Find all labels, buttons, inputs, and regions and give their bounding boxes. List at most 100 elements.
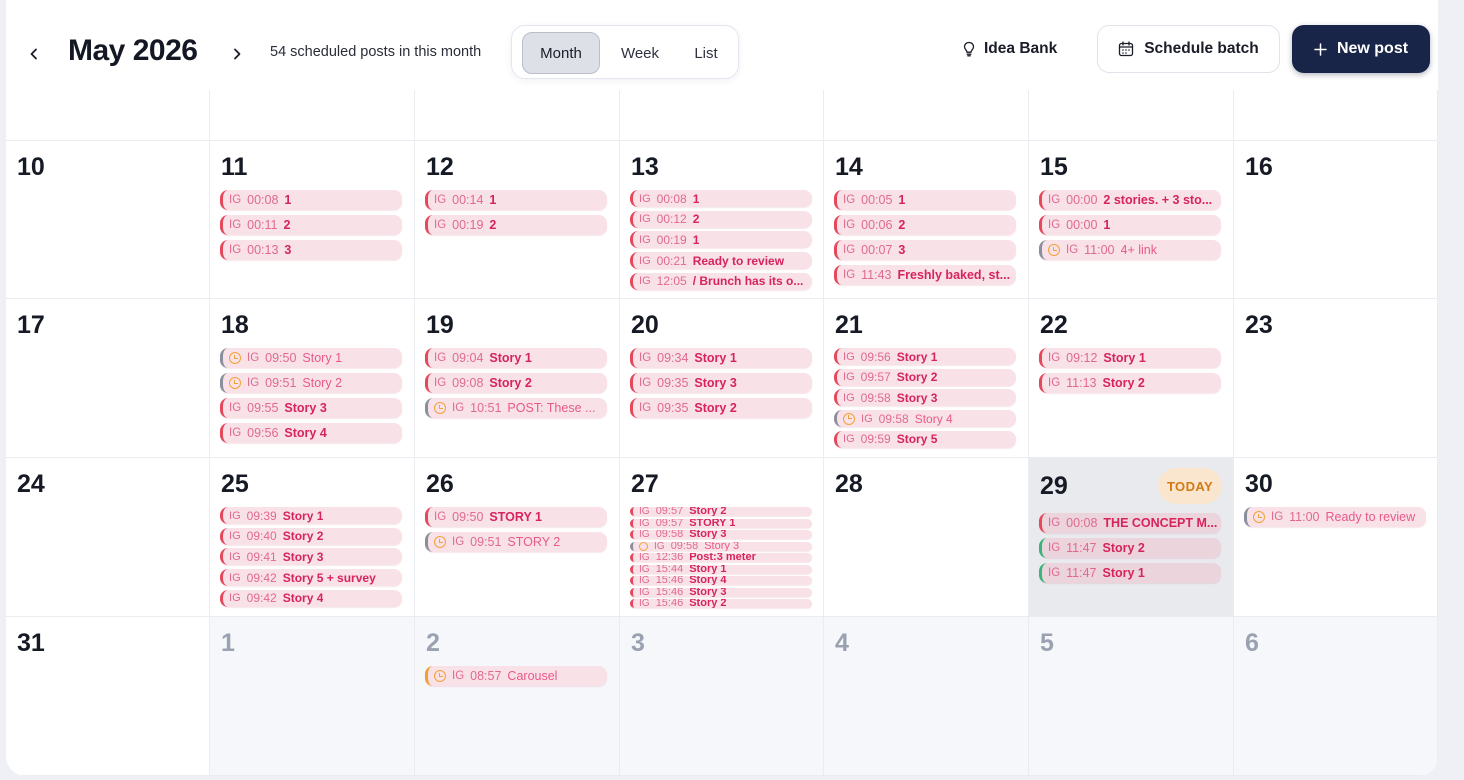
day-cell-today[interactable]: 29 TODAY IG 00:08 THE CONCEPT M... IG 11:47 Sto… bbox=[1029, 458, 1234, 617]
post-pill[interactable]: IG 00:00 1 bbox=[1039, 215, 1221, 235]
schedule-batch-button[interactable]: Schedule batch bbox=[1097, 25, 1280, 73]
post-pill[interactable]: IG 09:04 Story 1 bbox=[425, 348, 607, 368]
post-pill[interactable]: IG 11:00 Ready to review bbox=[1244, 507, 1426, 527]
post-pill[interactable]: IG 09:40 Story 2 bbox=[220, 527, 402, 545]
post-pill[interactable]: IG 00:19 2 bbox=[425, 215, 607, 235]
post-pill[interactable]: IG 09:58 Story 3 bbox=[630, 541, 812, 551]
post-platform: IG bbox=[1048, 377, 1061, 389]
day-cell[interactable]: 14 IG 00:05 1 IG 00:06 2 IG 00:07 3 IG 11:43 Freshly… bbox=[824, 141, 1029, 299]
day-cell[interactable]: 26 IG 09:50 STORY 1 IG 09:51 STORY 2 bbox=[415, 458, 620, 617]
post-pill[interactable]: IG 09:57 STORY 1 bbox=[630, 518, 812, 528]
post-pill[interactable]: IG 09:51 Story 2 bbox=[220, 373, 402, 393]
post-pill[interactable]: IG 00:08 1 bbox=[630, 190, 812, 207]
post-pill[interactable]: IG 12:36 Post:3 meter bbox=[630, 553, 812, 562]
post-pill[interactable]: IG 00:13 3 bbox=[220, 240, 402, 260]
post-pill[interactable]: IG 11:00 4+ link bbox=[1039, 240, 1221, 260]
day-cell[interactable]: 10 bbox=[6, 141, 210, 299]
day-cell[interactable]: 22 IG 09:12 Story 1 IG 11:13 Story 2 bbox=[1029, 299, 1234, 458]
post-pill[interactable]: IG 00:12 2 bbox=[630, 210, 812, 228]
post-pill[interactable]: IG 00:07 3 bbox=[834, 240, 1016, 260]
post-pill[interactable]: IG 09:57 Story 2 bbox=[834, 368, 1016, 386]
post-pill[interactable]: IG 08:57 Carousel bbox=[425, 666, 607, 686]
post-pill[interactable]: IG 09:58 Story 3 bbox=[834, 389, 1016, 407]
post-pill[interactable]: IG 10:51 POST: These ... bbox=[425, 398, 607, 418]
post-title: Story 2 bbox=[694, 401, 737, 415]
post-pill[interactable]: IG 12:05 / Brunch has its o... bbox=[630, 272, 812, 290]
day-cell[interactable]: 23 bbox=[1234, 299, 1438, 458]
day-cell[interactable]: 25 IG 09:39 Story 1 IG 09:40 Story 2 IG 09:41 Sto… bbox=[210, 458, 415, 617]
clock-icon bbox=[1253, 511, 1265, 523]
day-cell[interactable]: 13 IG 00:08 1 IG 00:12 2 IG 00:19 1 IG 00:21 Ready t… bbox=[620, 141, 824, 299]
post-pill[interactable]: IG 09:58 Story 4 bbox=[834, 410, 1016, 428]
post-pill[interactable]: IG 00:19 1 bbox=[630, 231, 812, 249]
day-cell[interactable]: 17 bbox=[6, 299, 210, 458]
post-pill[interactable]: IG 09:57 Story 2 bbox=[630, 507, 812, 516]
post-pill[interactable]: IG 09:35 Story 2 bbox=[630, 398, 812, 418]
post-pill[interactable]: IG 15:46 Story 3 bbox=[630, 587, 812, 597]
post-pill[interactable]: IG 15:44 Story 1 bbox=[630, 564, 812, 574]
post-time: 00:07 bbox=[861, 243, 893, 257]
view-month-button[interactable]: Month bbox=[522, 32, 600, 74]
day-cell[interactable]: 20 IG 09:34 Story 1 IG 09:35 Story 3 IG 09:35 Sto… bbox=[620, 299, 824, 458]
page-scrollbar[interactable] bbox=[1438, 0, 1464, 780]
post-pill[interactable]: IG 09:41 Story 3 bbox=[220, 548, 402, 566]
post-pill[interactable]: IG 11:13 Story 2 bbox=[1039, 373, 1221, 393]
post-pill[interactable]: IG 00:11 2 bbox=[220, 215, 402, 235]
post-pill[interactable]: IG 15:46 Story 2 bbox=[630, 599, 812, 608]
day-cell[interactable]: 5 bbox=[1029, 617, 1234, 776]
day-cell[interactable]: 28 bbox=[824, 458, 1029, 617]
post-pill[interactable]: IG 09:39 Story 1 bbox=[220, 507, 402, 524]
day-cell[interactable]: 1 bbox=[210, 617, 415, 776]
post-time: 09:50 bbox=[452, 510, 484, 524]
post-pill[interactable]: IG 09:58 Story 3 bbox=[630, 530, 812, 539]
day-cell[interactable]: 18 IG 09:50 Story 1 IG 09:51 Story 2 IG 09:55 Sto… bbox=[210, 299, 415, 458]
post-platform: IG bbox=[639, 275, 651, 288]
post-pill[interactable]: IG 00:08 THE CONCEPT M... bbox=[1039, 513, 1221, 533]
day-cell[interactable]: 6 bbox=[1234, 617, 1438, 776]
post-pill[interactable]: IG 00:14 1 bbox=[425, 190, 607, 210]
day-cell[interactable]: 21 IG 09:56 Story 1 IG 09:57 Story 2 IG 09:58 Sto… bbox=[824, 299, 1029, 458]
post-pill[interactable]: IG 11:47 Story 1 bbox=[1039, 563, 1221, 583]
next-month-button[interactable] bbox=[225, 42, 249, 66]
post-time: 00:00 bbox=[1066, 193, 1098, 207]
day-cell[interactable]: 19 IG 09:04 Story 1 IG 09:08 Story 2 IG 10:51 POS… bbox=[415, 299, 620, 458]
post-pill[interactable]: IG 00:05 1 bbox=[834, 190, 1016, 210]
view-week-button[interactable]: Week bbox=[604, 32, 676, 74]
post-pill[interactable]: IG 09:35 Story 3 bbox=[630, 373, 812, 393]
day-cell[interactable]: 24 bbox=[6, 458, 210, 617]
post-pill[interactable]: IG 09:55 Story 3 bbox=[220, 398, 402, 418]
post-pill[interactable]: IG 09:59 Story 5 bbox=[834, 430, 1016, 448]
post-pill[interactable]: IG 11:47 Story 2 bbox=[1039, 538, 1221, 558]
view-list-button[interactable]: List bbox=[676, 32, 736, 74]
post-pill[interactable]: IG 09:34 Story 1 bbox=[630, 348, 812, 368]
post-pill[interactable]: IG 09:56 Story 1 bbox=[834, 348, 1016, 365]
prev-month-button[interactable] bbox=[22, 42, 46, 66]
day-cell[interactable]: 2 IG 08:57 Carousel bbox=[415, 617, 620, 776]
day-cell[interactable]: 30 IG 11:00 Ready to review bbox=[1234, 458, 1438, 617]
new-post-button[interactable]: New post bbox=[1292, 25, 1430, 73]
post-pill[interactable]: IG 00:21 Ready to review bbox=[630, 252, 812, 270]
post-pill[interactable]: IG 09:42 Story 5 + survey bbox=[220, 569, 402, 587]
post-pill[interactable]: IG 00:00 2 stories. + 3 sto... bbox=[1039, 190, 1221, 210]
day-cell[interactable]: 3 bbox=[620, 617, 824, 776]
post-pill[interactable]: IG 09:56 Story 4 bbox=[220, 423, 402, 443]
day-cell[interactable]: 12 IG 00:14 1 IG 00:19 2 bbox=[415, 141, 620, 299]
post-time: 15:44 bbox=[655, 564, 684, 574]
post-pill[interactable]: IG 09:50 Story 1 bbox=[220, 348, 402, 368]
post-pill[interactable]: IG 09:42 Story 4 bbox=[220, 589, 402, 607]
day-cell[interactable]: 15 IG 00:00 2 stories. + 3 sto... IG 00:00 1 IG… bbox=[1029, 141, 1234, 299]
post-pill[interactable]: IG 15:46 Story 4 bbox=[630, 576, 812, 585]
day-cell[interactable]: 11 IG 00:08 1 IG 00:11 2 IG 00:13 3 bbox=[210, 141, 415, 299]
post-pill[interactable]: IG 00:08 1 bbox=[220, 190, 402, 210]
post-pill[interactable]: IG 09:50 STORY 1 bbox=[425, 507, 607, 527]
day-cell[interactable]: 31 bbox=[6, 617, 210, 776]
post-pill[interactable]: IG 09:08 Story 2 bbox=[425, 373, 607, 393]
day-cell[interactable]: 4 bbox=[824, 617, 1029, 776]
day-cell[interactable]: 27 IG 09:57 Story 2 IG 09:57 STORY 1 IG 09:58 Sto… bbox=[620, 458, 824, 617]
post-pill[interactable]: IG 09:51 STORY 2 bbox=[425, 532, 607, 552]
idea-bank-button[interactable]: Idea Bank bbox=[962, 34, 1057, 64]
post-pill[interactable]: IG 09:12 Story 1 bbox=[1039, 348, 1221, 368]
day-cell[interactable]: 16 bbox=[1234, 141, 1438, 299]
post-pill[interactable]: IG 11:43 Freshly baked, st... bbox=[834, 265, 1016, 285]
post-pill[interactable]: IG 00:06 2 bbox=[834, 215, 1016, 235]
